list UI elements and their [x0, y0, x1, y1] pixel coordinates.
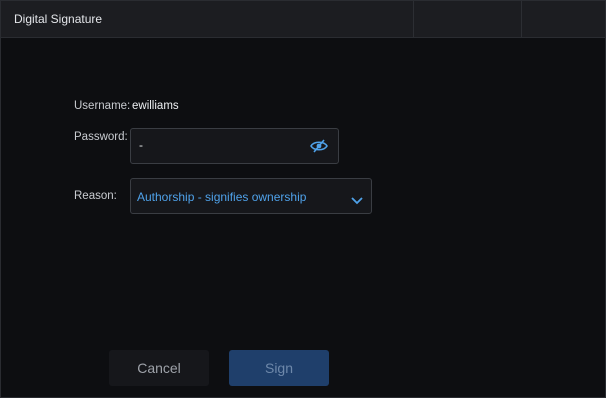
reason-select[interactable]: Authorship - signifies ownership [130, 178, 372, 214]
sign-button[interactable]: Sign [229, 350, 329, 386]
titlebar-divider [413, 1, 414, 37]
digital-signature-dialog: Digital Signature Username: ewilliams Pa… [0, 0, 606, 398]
titlebar-divider [521, 1, 522, 37]
password-field[interactable]: - [130, 128, 339, 164]
chevron-down-icon [351, 192, 363, 205]
cancel-button[interactable]: Cancel [109, 350, 209, 386]
reason-selected-value: Authorship - signifies ownership [137, 190, 307, 204]
eye-slash-icon[interactable] [310, 139, 328, 153]
username-label: Username: [74, 100, 131, 112]
username-value: ewilliams [132, 100, 179, 112]
dialog-titlebar: Digital Signature [1, 1, 605, 38]
reason-label: Reason: [74, 190, 117, 202]
password-value: - [139, 138, 143, 152]
password-label: Password: [74, 131, 128, 143]
dialog-title: Digital Signature [14, 12, 103, 26]
